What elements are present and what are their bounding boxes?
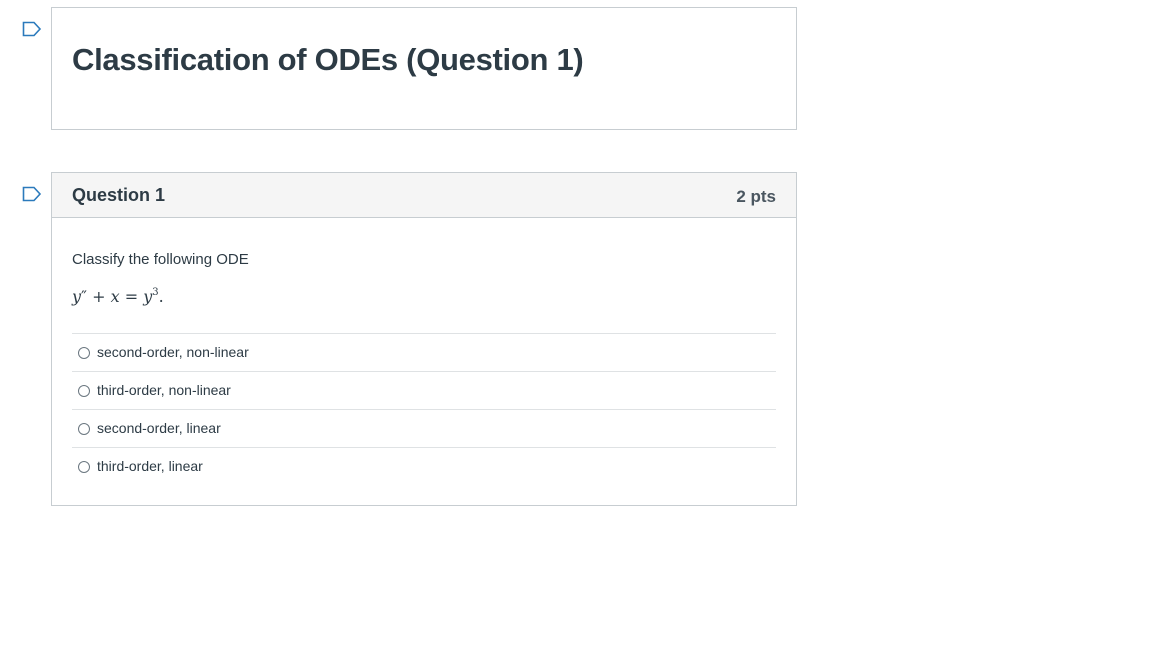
question-name: Question 1 (72, 185, 166, 205)
answer-option[interactable]: second-order, non-linear (72, 333, 776, 371)
answer-label[interactable]: third-order, non-linear (97, 382, 231, 398)
equation-x: x (110, 287, 120, 306)
radio-button-icon[interactable] (78, 347, 90, 359)
quiz-title-panel: Classification of ODEs (Question 1) (51, 7, 797, 130)
radio-button-icon[interactable] (78, 423, 90, 435)
question-equation: y″ + x = y3. (72, 287, 164, 306)
question-points: 2 pts (736, 187, 776, 206)
question-prompt: Classify the following ODE (72, 251, 249, 268)
equation-y: y (72, 287, 82, 306)
flag-question-icon[interactable] (22, 21, 42, 37)
answer-option[interactable]: third-order, non-linear (72, 371, 776, 409)
equation-period: . (158, 287, 164, 306)
quiz-title: Classification of ODEs (Question 1) (72, 42, 584, 77)
answer-label[interactable]: second-order, linear (97, 420, 221, 436)
question-header: Question 1 2 pts (52, 173, 796, 218)
radio-button-icon[interactable] (78, 385, 90, 397)
answer-label[interactable]: third-order, linear (97, 458, 203, 474)
equation-equals: = (119, 287, 144, 306)
question-panel: Question 1 2 pts Classify the following … (51, 172, 797, 506)
answer-list: second-order, non-linear third-order, no… (72, 333, 776, 485)
flag-question-icon[interactable] (22, 186, 42, 202)
answer-option[interactable]: third-order, linear (72, 447, 776, 485)
answer-label[interactable]: second-order, non-linear (97, 344, 249, 360)
radio-button-icon[interactable] (78, 461, 90, 473)
equation-plus: + (87, 287, 111, 306)
answer-option[interactable]: second-order, linear (72, 409, 776, 447)
equation-y-rhs: y (143, 287, 153, 306)
